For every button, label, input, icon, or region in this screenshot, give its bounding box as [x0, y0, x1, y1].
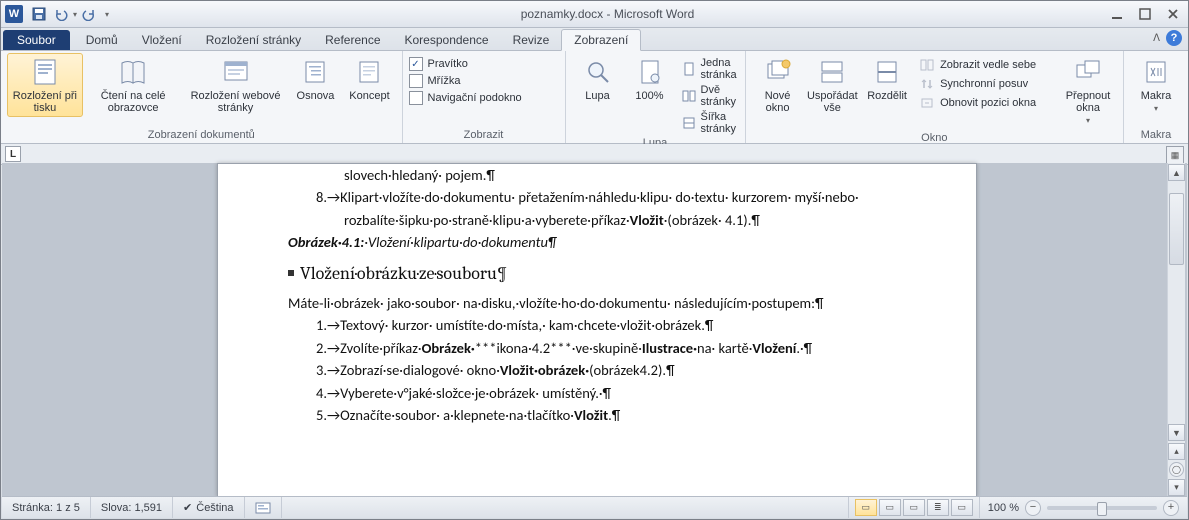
ruler-bar: L ▦	[1, 144, 1188, 165]
gridlines-checkbox[interactable]: Mřížka	[409, 74, 559, 88]
zoom-button[interactable]: Lupa	[572, 53, 624, 135]
outline-button[interactable]: Osnova	[289, 53, 341, 117]
side-by-side-icon	[919, 57, 935, 73]
page-100-icon	[634, 56, 666, 88]
draft-icon	[353, 56, 385, 88]
tab-insert[interactable]: Vložení	[130, 30, 194, 50]
file-tab[interactable]: Soubor	[3, 30, 70, 50]
sync-scroll-button[interactable]: Synchronní posuv	[919, 76, 1059, 92]
arrange-icon	[816, 56, 848, 88]
split-button[interactable]: Rozdělit	[861, 53, 913, 130]
scroll-track[interactable]	[1169, 183, 1184, 422]
maximize-button[interactable]	[1134, 5, 1156, 23]
one-page-button[interactable]: Jedna stránka	[682, 57, 739, 81]
book-icon	[117, 56, 149, 88]
zoom-out-button[interactable]: −	[1025, 500, 1041, 516]
new-window-button[interactable]: Nové okno	[752, 53, 804, 130]
word-logo-icon: W	[5, 5, 23, 23]
scroll-up-button[interactable]: ▲	[1168, 164, 1185, 181]
group-window: Nové okno Uspořádat vše Rozdělit Zobrazi…	[746, 51, 1124, 143]
document-area: slovech·hledaný· pojem.¶ 8.→Klipart·vlož…	[2, 163, 1187, 497]
print-layout-button[interactable]: Rozložení při tisku	[7, 53, 83, 117]
close-button[interactable]	[1162, 5, 1184, 23]
status-bar: Stránka: 1 z 5 Slova: 1,591 ✔Čeština ▭ ▭…	[2, 496, 1187, 518]
zoom-control: 100 % − +	[979, 497, 1187, 518]
tab-mailings[interactable]: Korespondence	[393, 30, 501, 50]
draft-button[interactable]: Koncept	[343, 53, 395, 117]
status-language[interactable]: ✔Čeština	[173, 497, 245, 518]
status-track-changes[interactable]	[245, 497, 282, 518]
view-shortcuts: ▭ ▭ ▭ ≣ ▭	[848, 497, 979, 518]
tab-page-layout[interactable]: Rozložení stránky	[194, 30, 313, 50]
reset-position-button[interactable]: Obnovit pozici okna	[919, 95, 1059, 111]
zoom-slider-thumb[interactable]	[1097, 502, 1107, 516]
ribbon-tabs: Soubor Domů Vložení Rozložení stránky Re…	[1, 28, 1188, 51]
tab-selector[interactable]: L	[5, 146, 21, 162]
vertical-scrollbar[interactable]: ▲ ▼ ▴ ◯ ▾	[1167, 163, 1185, 497]
nav-pane-checkbox[interactable]: Navigační podokno	[409, 91, 559, 105]
one-page-icon	[682, 61, 696, 77]
status-words[interactable]: Slova: 1,591	[91, 497, 173, 518]
group-zoom: Lupa 100% Jedna stránka Dvě stránky Šířk…	[566, 51, 746, 143]
quick-access-toolbar: W ▾ ▾	[5, 4, 109, 24]
arrange-all-button[interactable]: Uspořádat vše	[804, 53, 862, 130]
two-pages-icon	[682, 88, 696, 104]
page-width-button[interactable]: Šířka stránky	[682, 111, 739, 135]
ruler-toggle[interactable]: ▦	[1166, 146, 1184, 164]
split-icon	[871, 56, 903, 88]
zoom-100-button[interactable]: 100%	[624, 53, 676, 135]
two-pages-button[interactable]: Dvě stránky	[682, 84, 739, 108]
macros-button[interactable]: Makra▾	[1130, 53, 1182, 118]
browse-object-button[interactable]: ◯	[1169, 462, 1184, 477]
prev-page-button[interactable]: ▴	[1168, 443, 1185, 460]
zoom-in-button[interactable]: +	[1163, 500, 1179, 516]
tab-review[interactable]: Revize	[501, 30, 562, 50]
macros-icon	[1140, 56, 1172, 88]
side-by-side-button[interactable]: Zobrazit vedle sebe	[919, 57, 1059, 73]
sync-scroll-icon	[919, 76, 935, 92]
proofing-icon: ✔	[183, 501, 192, 514]
zoom-slider[interactable]	[1047, 506, 1157, 510]
print-layout-icon	[29, 56, 61, 88]
switch-windows-icon	[1072, 56, 1104, 88]
view-print-layout[interactable]: ▭	[855, 499, 877, 516]
tab-references[interactable]: Reference	[313, 30, 392, 50]
group-macros: Makra▾ Makra	[1124, 51, 1188, 143]
full-screen-reading-button[interactable]: Čtení na celé obrazovce	[85, 53, 182, 117]
help-button[interactable]: ?	[1166, 30, 1182, 46]
view-full-screen[interactable]: ▭	[879, 499, 901, 516]
page[interactable]: slovech·hledaný· pojem.¶ 8.→Klipart·vlož…	[217, 163, 977, 497]
magnifier-icon	[582, 56, 614, 88]
page-width-icon	[682, 115, 696, 131]
web-layout-button[interactable]: Rozložení webové stránky	[184, 53, 288, 117]
next-page-button[interactable]: ▾	[1168, 479, 1185, 496]
outline-icon	[299, 56, 331, 88]
window-title: poznamky.docx - Microsoft Word	[109, 7, 1106, 21]
reset-pos-icon	[919, 95, 935, 111]
scroll-down-button[interactable]: ▼	[1168, 424, 1185, 441]
ruler-checkbox[interactable]: ✓Pravítko	[409, 57, 559, 71]
zoom-level[interactable]: 100 %	[988, 502, 1019, 514]
tab-home[interactable]: Domů	[74, 30, 130, 50]
ribbon: Rozložení při tisku Čtení na celé obrazo…	[1, 51, 1188, 144]
switch-windows-button[interactable]: Přepnout okna▾	[1059, 53, 1117, 130]
group-show: ✓Pravítko Mřížka Navigační podokno Zobra…	[403, 51, 566, 143]
view-draft[interactable]: ▭	[951, 499, 973, 516]
redo-button[interactable]	[79, 4, 99, 24]
minimize-ribbon-button[interactable]: ᐱ	[1153, 33, 1160, 44]
status-page[interactable]: Stránka: 1 z 5	[2, 497, 91, 518]
view-outline[interactable]: ≣	[927, 499, 949, 516]
minimize-button[interactable]	[1106, 5, 1128, 23]
view-web[interactable]: ▭	[903, 499, 925, 516]
new-window-icon	[762, 56, 794, 88]
scroll-thumb[interactable]	[1169, 193, 1184, 265]
tab-view[interactable]: Zobrazení	[561, 29, 641, 51]
heading-insert-image-from-file: Vložení·obrázku·ze·souboru¶	[288, 260, 906, 288]
save-button[interactable]	[29, 4, 49, 24]
web-layout-icon	[220, 56, 252, 88]
group-document-views: Rozložení při tisku Čtení na celé obrazo…	[1, 51, 403, 143]
undo-button[interactable]	[51, 4, 71, 24]
title-bar: W ▾ ▾ poznamky.docx - Microsoft Word	[1, 1, 1188, 28]
